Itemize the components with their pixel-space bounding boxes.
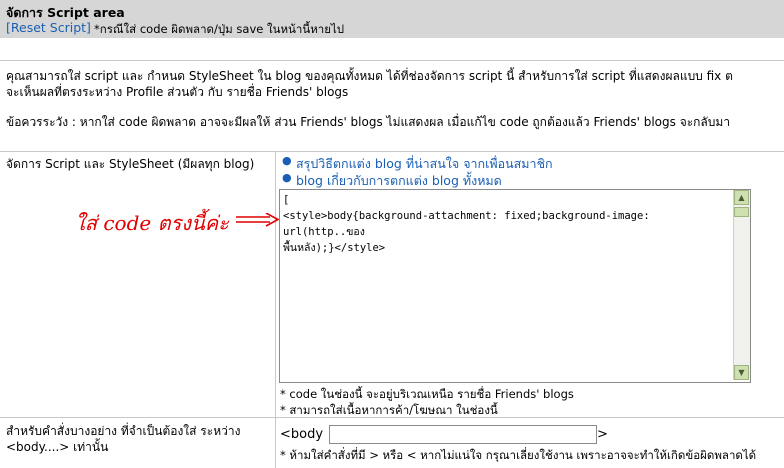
column-divider (275, 151, 276, 417)
caution-text: ข้อควรระวัง : หากใส่ code ผิดพลาด อาจจะม… (6, 115, 731, 129)
tips-link[interactable]: สรุปวิธีตกแต่ง blog ที่น่าสนใจ จากเพื่อน… (296, 156, 553, 171)
scroll-down-icon[interactable]: ▼ (734, 365, 749, 380)
body-row: สำหรับคำสั่งบางอย่าง ที่จำเป็นต้องใส่ ระ… (0, 418, 784, 468)
script-textarea[interactable] (280, 190, 732, 380)
editor-scrollbar[interactable]: ▲ ▼ (733, 190, 750, 380)
body-open-tag: <body (280, 427, 324, 442)
list-item: ● สรุปวิธีตกแต่ง blog ที่น่าสนใจ จากเพื่… (282, 154, 553, 171)
column-divider (275, 418, 276, 468)
script-editor[interactable]: ▲ ▼ (279, 189, 751, 383)
description-box: คุณสามารถใส่ script และ กำหนด StyleSheet… (0, 60, 784, 152)
reset-note: *กรณีใส่ code ผิดพลาด/ปุ่ม save ในหน้านี… (94, 22, 345, 36)
section-header: จัดการ Script area [Reset Script] *กรณีใ… (0, 0, 784, 38)
reset-script-link[interactable]: [Reset Script] (6, 20, 91, 35)
handwritten-annotation: ใส่ code ตรงนี้ค่ะ (75, 211, 229, 235)
list-item: ● blog เกี่ยวกับการตกแต่ง blog ทั้งหมด (282, 171, 553, 188)
script-row: จัดการ Script และ StyleSheet (มีผลทุก bl… (0, 151, 784, 418)
decor-blogs-link[interactable]: blog เกี่ยวกับการตกแต่ง blog ทั้งหมด (296, 173, 502, 188)
body-attributes-input[interactable] (329, 425, 597, 444)
scroll-up-icon[interactable]: ▲ (734, 190, 749, 205)
description-line-2: จะเห็นผลที่ตรงระหว่าง Profile ส่วนตัว กั… (6, 85, 349, 99)
arrow-right-icon (236, 213, 280, 227)
bullet-icon: ● (282, 154, 292, 167)
body-row-label-2: <body....> เท่านั้น (6, 440, 109, 454)
scroll-thumb[interactable] (734, 207, 749, 217)
bullet-icon: ● (282, 171, 292, 184)
body-close-tag: > (597, 427, 608, 442)
script-row-label: จัดการ Script และ StyleSheet (มีผลทุก bl… (6, 157, 255, 171)
help-links: ● สรุปวิธีตกแต่ง blog ที่น่าสนใจ จากเพื่… (282, 154, 553, 188)
body-warning: * ห้ามใส่คำสั่งที่มี > หรือ < หากไม่แน่ใ… (280, 448, 757, 462)
